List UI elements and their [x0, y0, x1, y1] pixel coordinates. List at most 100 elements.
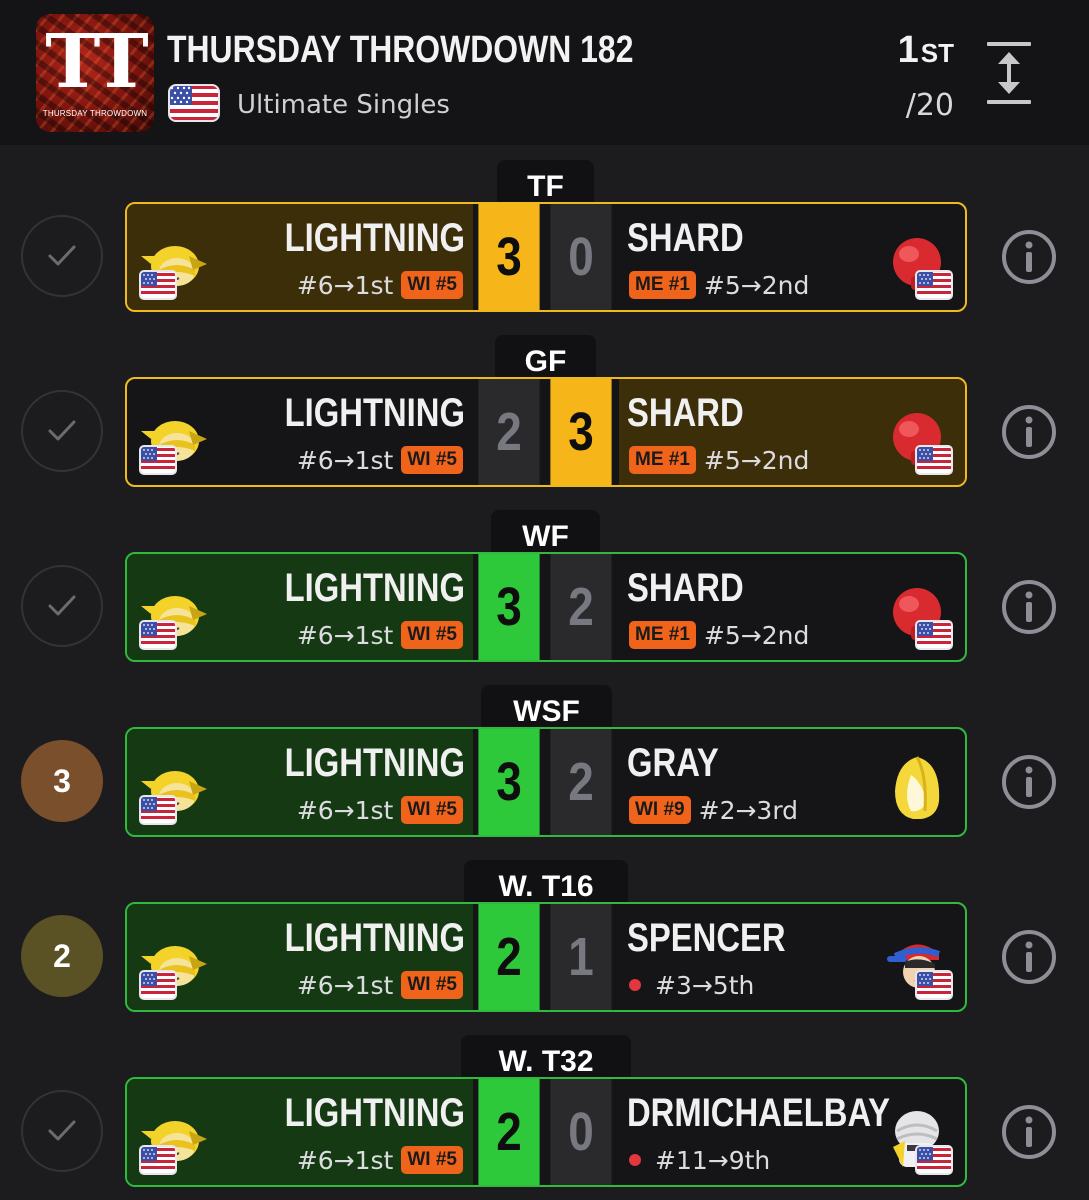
player-name: LIGHTNING: [284, 1091, 465, 1135]
region-tag: WI #5: [401, 621, 463, 649]
player-left[interactable]: LIGHTNING #6→1st WI #5: [127, 379, 473, 485]
us-flag-icon: [168, 84, 220, 122]
seed-line: #11→9th: [629, 1142, 770, 1178]
player-right[interactable]: SPENCER #3→5th: [619, 904, 965, 1010]
seed-placement: #6→1st: [296, 1145, 394, 1175]
seed-placement: #6→1st: [296, 445, 394, 475]
player-right[interactable]: SHARD ME #1 #5→2nd: [619, 554, 965, 660]
event-subtitle: Ultimate Singles: [237, 90, 450, 120]
info-icon[interactable]: [1000, 928, 1058, 986]
tournament-logo: TT THURSDAY THROWDOWN: [36, 14, 154, 132]
region-tag: ME #1: [629, 621, 696, 649]
seed-placement: #6→1st: [296, 795, 394, 825]
info-icon[interactable]: [1000, 403, 1058, 461]
us-flag-icon: [915, 270, 953, 300]
game-count-badge: 2: [21, 915, 103, 997]
right-score: 1: [550, 904, 612, 1010]
right-score: 2: [550, 554, 612, 660]
match-row: GF LIGHTNING #6→1st WI #5 2 3 SHARD ME #…: [0, 335, 1089, 487]
player-name: GRAY: [627, 741, 719, 785]
player-name: LIGHTNING: [284, 216, 465, 260]
completed-check-icon: [21, 1090, 103, 1172]
placing: 1ST: [898, 28, 954, 75]
seed-placement: #2→3rd: [698, 795, 799, 825]
left-score: 2: [478, 904, 540, 1010]
player-right[interactable]: GRAY WI #9 #2→3rd: [619, 729, 965, 835]
match-card[interactable]: LIGHTNING #6→1st WI #5 3 2 SHARD ME #1 #5→…: [125, 552, 967, 662]
match-row: WSF 3 LIGHTNING #6→1st WI #5 3 2 GRAY WI…: [0, 685, 1089, 837]
player-name: SHARD: [627, 216, 744, 260]
region-tag: ME #1: [629, 446, 696, 474]
seed-line: ME #1 #5→2nd: [629, 267, 809, 303]
player-left[interactable]: LIGHTNING #6→1st WI #5: [127, 729, 473, 835]
us-flag-icon: [139, 970, 177, 1000]
match-card[interactable]: LIGHTNING #6→1st WI #5 2 3 SHARD ME #1 #5→…: [125, 377, 967, 487]
region-tag: WI #5: [401, 1146, 463, 1174]
player-right[interactable]: SHARD ME #1 #5→2nd: [619, 379, 965, 485]
seed-line: #6→1st WI #5: [297, 267, 463, 303]
match-card[interactable]: LIGHTNING #6→1st WI #5 3 0 SHARD ME #1 #5→…: [125, 202, 967, 312]
seed-placement: #6→1st: [296, 970, 394, 1000]
region-tag: WI #9: [629, 796, 691, 824]
seed-line: ME #1 #5→2nd: [629, 442, 809, 478]
left-score: 2: [478, 1079, 540, 1185]
left-score: 3: [478, 554, 540, 660]
placing-number: 1: [897, 29, 919, 71]
player-right[interactable]: DRMICHAELBAY #11→9th: [619, 1079, 965, 1185]
seed-placement: #5→2nd: [703, 620, 810, 650]
player-left[interactable]: LIGHTNING #6→1st WI #5: [127, 1079, 473, 1185]
player-left[interactable]: LIGHTNING #6→1st WI #5: [127, 204, 473, 310]
player-name: LIGHTNING: [284, 566, 465, 610]
us-flag-icon: [915, 1145, 953, 1175]
us-flag-icon: [139, 620, 177, 650]
region-tag: WI #5: [401, 796, 463, 824]
player-left[interactable]: LIGHTNING #6→1st WI #5: [127, 554, 473, 660]
left-score: 3: [478, 729, 540, 835]
game-count-badge: 3: [21, 740, 103, 822]
player-name: LIGHTNING: [284, 741, 465, 785]
right-score: 0: [550, 204, 612, 310]
right-score: 3: [550, 379, 612, 485]
expand-collapse-icon[interactable]: [983, 40, 1035, 106]
info-icon[interactable]: [1000, 1103, 1058, 1161]
us-flag-icon: [139, 270, 177, 300]
region-tag: WI #5: [401, 971, 463, 999]
player-name: SHARD: [627, 391, 744, 435]
region-tag: WI #5: [401, 446, 463, 474]
seed-placement: #3→5th: [655, 970, 755, 1000]
seed-placement: #6→1st: [296, 620, 394, 650]
us-flag-icon: [915, 620, 953, 650]
player-right[interactable]: SHARD ME #1 #5→2nd: [619, 204, 965, 310]
region-tag: ME #1: [629, 271, 696, 299]
info-icon[interactable]: [1000, 578, 1058, 636]
completed-check-icon: [21, 215, 103, 297]
match-card[interactable]: LIGHTNING #6→1st WI #5 2 0 DRMICHAELBAY #…: [125, 1077, 967, 1187]
status-dot-icon: [629, 979, 641, 991]
match-row: W. T16 2 LIGHTNING #6→1st WI #5 2 1 SPEN…: [0, 860, 1089, 1012]
seed-line: ME #1 #5→2nd: [629, 617, 809, 653]
seed-line: #6→1st WI #5: [297, 442, 463, 478]
info-icon[interactable]: [1000, 228, 1058, 286]
samus-blonde-icon: [895, 756, 940, 819]
placing-suffix: ST: [920, 38, 954, 68]
player-name: LIGHTNING: [284, 916, 465, 960]
left-score: 3: [478, 204, 540, 310]
us-flag-icon: [915, 970, 953, 1000]
completed-check-icon: [21, 565, 103, 647]
logo-subtitle: THURSDAY THROWDOWN: [42, 109, 148, 118]
seed-line: #6→1st WI #5: [297, 967, 463, 1003]
seed-line: WI #9 #2→3rd: [629, 792, 798, 828]
info-icon[interactable]: [1000, 753, 1058, 811]
seed-line: #6→1st WI #5: [297, 1142, 463, 1178]
region-tag: WI #5: [401, 271, 463, 299]
match-card[interactable]: LIGHTNING #6→1st WI #5 2 1 SPENCER #3→5th: [125, 902, 967, 1012]
match-card[interactable]: LIGHTNING #6→1st WI #5 3 2 GRAY WI #9 #2→3…: [125, 727, 967, 837]
player-name: LIGHTNING: [284, 391, 465, 435]
match-row: W. T32 LIGHTNING #6→1st WI #5 2 0 DRMICH…: [0, 1035, 1089, 1187]
seed-placement: #5→2nd: [703, 445, 810, 475]
us-flag-icon: [139, 1145, 177, 1175]
status-dot-icon: [629, 1154, 641, 1166]
player-left[interactable]: LIGHTNING #6→1st WI #5: [127, 904, 473, 1010]
match-row: TF LIGHTNING #6→1st WI #5 3 0 SHARD ME #…: [0, 160, 1089, 312]
match-row: WF LIGHTNING #6→1st WI #5 3 2 SHARD ME #…: [0, 510, 1089, 662]
